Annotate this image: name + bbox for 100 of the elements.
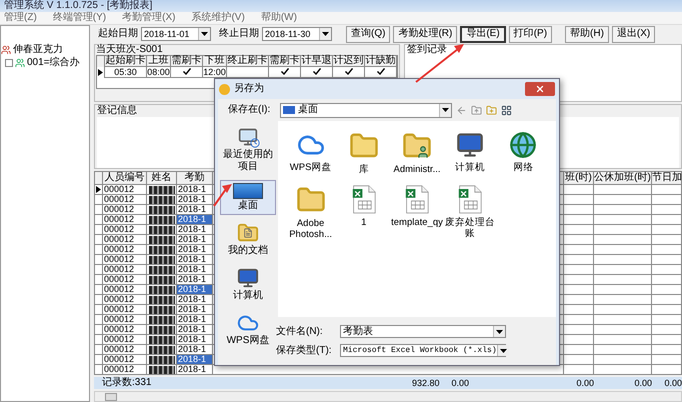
file-name[interactable]: 库 (336, 164, 391, 175)
total-value: 932.80 (412, 377, 440, 390)
table-cell: 08:00 (147, 66, 170, 77)
field-label: 文件名(N): (276, 326, 324, 338)
table-cell: 000012 (102, 364, 146, 375)
column-header: 起始刷卡 (105, 56, 147, 67)
place-item[interactable]: WPS网盘 (220, 309, 276, 350)
table-cell: 2018-1 (176, 234, 212, 245)
pixelated-block (148, 216, 174, 224)
date-label: 终止日期 (219, 28, 259, 40)
file-name[interactable]: 网络 (496, 162, 550, 173)
table-cell: 2018-1 (176, 224, 212, 235)
table-cell: 000012 (102, 194, 146, 205)
file-name[interactable]: 废弃处理台账 (443, 216, 498, 239)
pixelated-block (148, 316, 174, 324)
table-cell: 2018-1 (176, 184, 212, 195)
menu-item[interactable]: 系统维护(V) (191, 12, 245, 24)
column-header: 需刷卡 (269, 56, 301, 67)
column-header: 计早退 (301, 56, 333, 67)
toolbar-button[interactable]: 退出(X) (612, 26, 656, 43)
table-cell: 2018-1 (176, 324, 212, 335)
record-count: 记录数:331 (101, 377, 152, 390)
table-cell: 000012 (102, 234, 146, 245)
table-cell: 2018-1 (176, 254, 212, 265)
table-cell: 000012 (102, 264, 146, 275)
column-header: 班(时) (564, 172, 594, 185)
location-dropdown[interactable]: 桌面 (280, 102, 452, 118)
column-header: 计缺勤 (365, 56, 397, 67)
table-cell: 2018-1 (176, 244, 212, 255)
column-header: 姓名 (146, 172, 176, 185)
date-field[interactable]: 2018-11-30 (262, 27, 332, 42)
pixelated-block (148, 276, 174, 284)
folder-up-icon[interactable] (471, 104, 482, 116)
table-cell: 2018-1 (176, 364, 212, 375)
date-field[interactable]: 2018-11-01 (141, 27, 211, 42)
table-cell: 000012 (102, 224, 146, 235)
table-cell: 000012 (102, 184, 146, 195)
panel-title: 签到记录 (406, 44, 448, 55)
table-cell: 000012 (102, 324, 146, 335)
file-name[interactable]: 计算机 (443, 162, 498, 173)
toolbar-button[interactable]: 导出(E) (460, 26, 506, 43)
spreadsheet-file-icon (404, 185, 429, 214)
toolbar-button[interactable]: 打印(P) (508, 26, 552, 43)
spreadsheet-file-icon (352, 185, 376, 214)
file-type-dropdown[interactable]: Microsoft Excel Workbook (*.xls) (340, 344, 506, 357)
column-header: 上班 (147, 56, 171, 67)
user-folder-icon (402, 131, 432, 161)
column-header: 下班 (203, 56, 227, 67)
column-header: 公休加班(时) (594, 172, 652, 185)
table-cell: 2018-1 (176, 294, 212, 305)
documents-folder-icon (237, 222, 259, 244)
menu-item[interactable]: 管理(Z) (4, 12, 37, 24)
total-value: 0.00 (663, 377, 682, 390)
pixelated-block (148, 306, 174, 314)
filename-field[interactable]: 考勤表 (340, 325, 506, 338)
tree-checkbox[interactable] (5, 59, 13, 67)
table-cell: 2018-1 (176, 194, 212, 205)
pixelated-block (148, 236, 174, 244)
file-name[interactable]: WPS网盘 (284, 162, 338, 173)
group-title: 登记信息 (97, 104, 137, 117)
menu-item[interactable]: 考勤管理(X) (122, 12, 176, 24)
tree-item[interactable]: 001=综合办 (27, 57, 80, 69)
menu-item[interactable]: 终端管理(Y) (52, 12, 106, 24)
view-menu-icon[interactable] (501, 104, 512, 116)
group-icon (1, 45, 11, 55)
table-cell: 000012 (102, 284, 146, 295)
pixelated-block (148, 196, 174, 204)
place-item[interactable]: 计算机 (220, 264, 276, 305)
scroll-thumb[interactable] (105, 392, 117, 401)
file-name[interactable]: Administr... (390, 164, 444, 175)
globe-icon (509, 131, 538, 159)
column-header: 终止刷卡 (227, 56, 269, 67)
pixelated-block (148, 226, 174, 234)
date-label: 起始日期 (98, 28, 138, 40)
file-name[interactable]: template_qy (390, 216, 444, 228)
place-item[interactable]: 最近使用的项目 (220, 123, 276, 176)
toolbar-button[interactable]: 帮助(H) (565, 26, 609, 43)
computer-icon (237, 267, 259, 289)
file-name[interactable]: 1 (336, 216, 391, 228)
app-logo-icon (219, 84, 230, 94)
back-icon[interactable] (456, 104, 467, 116)
column-header: 考勤 (176, 172, 212, 185)
pixelated-block (148, 336, 174, 344)
pixelated-block (148, 206, 174, 214)
desktop-icon (283, 106, 295, 114)
pixelated-block (148, 366, 174, 374)
close-button[interactable] (525, 82, 555, 96)
horizontal-scrollbar[interactable] (94, 391, 682, 402)
menu-item[interactable]: 帮助(W) (260, 12, 297, 24)
toolbar-button[interactable]: 查询(Q) (346, 26, 390, 43)
place-item[interactable]: 我的文档 (220, 219, 276, 260)
tree-item[interactable]: 伸春亚克力 (13, 44, 63, 56)
pixelated-block (148, 246, 174, 254)
spreadsheet-file-icon (458, 185, 482, 214)
file-name[interactable]: Adobe Photosh... (284, 218, 338, 240)
table-cell: 05:30 (114, 66, 137, 77)
table-cell: 000012 (102, 314, 146, 325)
place-item[interactable]: 桌面 (220, 180, 276, 215)
toolbar-button[interactable]: 考勤处理(R) (393, 26, 458, 43)
total-value: 0.00 (575, 377, 594, 390)
